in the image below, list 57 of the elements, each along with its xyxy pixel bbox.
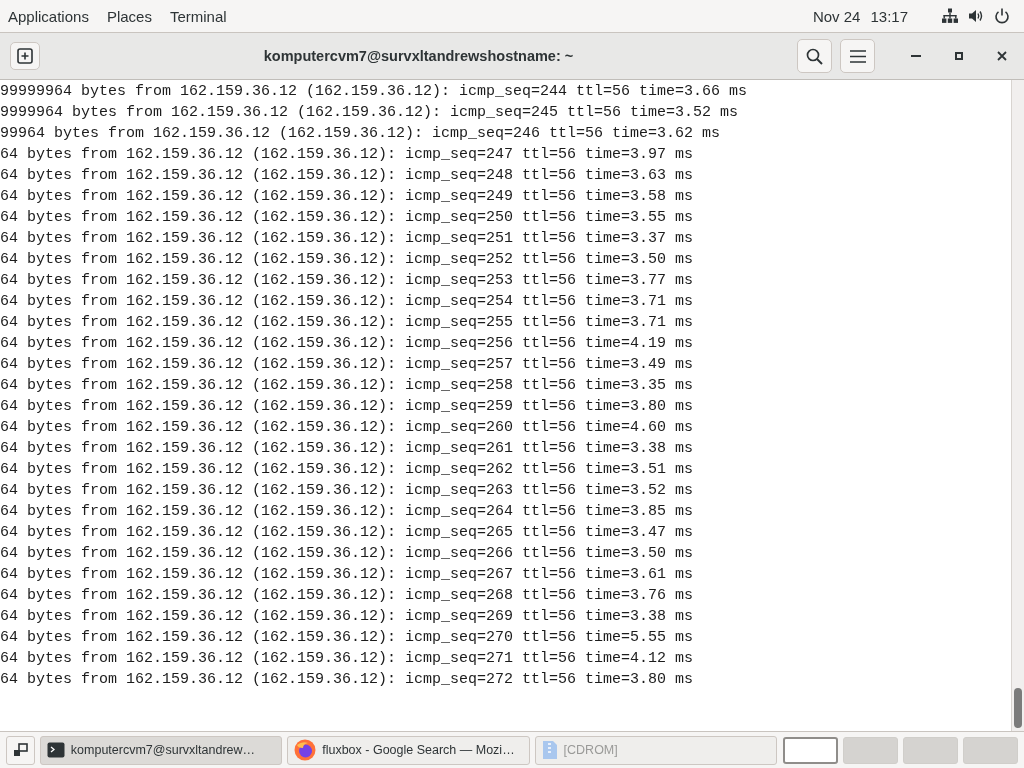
new-tab-button[interactable] (10, 42, 40, 70)
show-desktop-button[interactable] (6, 735, 35, 765)
clock-time[interactable]: 13:17 (870, 7, 908, 25)
scrollbar-thumb[interactable] (1014, 688, 1022, 728)
terminal-line: 64 bytes from 162.159.36.12 (162.159.36.12): icmp_seq=257 ttl=56 time=3.49 ms (0, 355, 694, 375)
terminal-line: 64 bytes from 162.159.36.12 (162.159.36.12): icmp_seq=247 ttl=56 time=3.97 ms (0, 145, 694, 165)
terminal-line: 64 bytes from 162.159.36.12 (162.159.36.12): icmp_seq=252 ttl=56 time=3.50 ms (0, 250, 694, 270)
close-icon (997, 51, 1007, 61)
terminal-line: 64 bytes from 162.159.36.12 (162.159.36.12): icmp_seq=261 ttl=56 time=3.38 ms (0, 439, 694, 459)
terminal-line: 9999964 bytes from 162.159.36.12 (162.159.36.12): icmp_seq=245 ttl=56 time=3.52 ms (0, 103, 739, 123)
terminal-line: 64 bytes from 162.159.36.12 (162.159.36.12): icmp_seq=254 ttl=56 time=3.71 ms (0, 292, 694, 312)
minimize-icon (911, 55, 921, 57)
workspace-button[interactable] (783, 736, 838, 764)
menu-item[interactable]: Terminal (169, 7, 227, 25)
terminal-line: 64 bytes from 162.159.36.12 (162.159.36.12): icmp_seq=272 ttl=56 time=3.80 ms (0, 670, 694, 690)
terminal-line: 64 bytes from 162.159.36.12 (162.159.36.12): icmp_seq=260 ttl=56 time=4.60 ms (0, 418, 694, 438)
document-icon (541, 740, 558, 760)
maximize-icon (955, 52, 963, 60)
search-icon (806, 47, 823, 65)
terminal-line: 64 bytes from 162.159.36.12 (162.159.36.12): icmp_seq=271 ttl=56 time=4.12 ms (0, 649, 694, 669)
terminal-line: 64 bytes from 162.159.36.12 (162.159.36.12): icmp_seq=256 ttl=56 time=4.19 ms (0, 334, 694, 354)
terminal-line: 64 bytes from 162.159.36.12 (162.159.36.12): icmp_seq=262 ttl=56 time=3.51 ms (0, 460, 694, 480)
terminal-line: 64 bytes from 162.159.36.12 (162.159.36.12): icmp_seq=269 ttl=56 time=3.38 ms (0, 607, 694, 627)
network-icon[interactable] (942, 8, 958, 24)
task-button[interactable]: komputercvm7@survxltandrew… (39, 735, 283, 765)
terminal-line: 64 bytes from 162.159.36.12 (162.159.36.12): icmp_seq=267 ttl=56 time=3.61 ms (0, 565, 694, 585)
clock-date[interactable]: Nov 24 (812, 7, 861, 25)
menu-item[interactable]: Places (106, 7, 152, 25)
terminal-line: 64 bytes from 162.159.36.12 (162.159.36.12): icmp_seq=265 ttl=56 time=3.47 ms (0, 523, 694, 543)
scrollbar-track[interactable] (1011, 80, 1024, 731)
terminal-line: 64 bytes from 162.159.36.12 (162.159.36.12): icmp_seq=268 ttl=56 time=3.76 ms (0, 586, 694, 606)
terminal-line: 64 bytes from 162.159.36.12 (162.159.36.12): icmp_seq=253 ttl=56 time=3.77 ms (0, 271, 694, 291)
terminal-icon (46, 741, 65, 759)
browser-icon (294, 739, 317, 761)
power-icon[interactable] (994, 8, 1010, 24)
terminal-line: 64 bytes from 162.159.36.12 (162.159.36.12): icmp_seq=263 ttl=56 time=3.52 ms (0, 481, 694, 501)
search-button[interactable] (797, 39, 832, 73)
terminal-line: 64 bytes from 162.159.36.12 (162.159.36.12): icmp_seq=249 ttl=56 time=3.58 ms (0, 187, 694, 207)
terminal-line: 64 bytes from 162.159.36.12 (162.159.36.12): icmp_seq=259 ttl=56 time=3.80 ms (0, 397, 694, 417)
menu-icon (849, 49, 866, 63)
menu-button[interactable] (840, 39, 875, 73)
terminal-line: 64 bytes from 162.159.36.12 (162.159.36.12): icmp_seq=258 ttl=56 time=3.35 ms (0, 376, 694, 396)
terminal-line: 64 bytes from 162.159.36.12 (162.159.36.12): icmp_seq=251 ttl=56 time=3.37 ms (0, 229, 694, 249)
plus-box-icon (17, 48, 33, 64)
terminal-line: 64 bytes from 162.159.36.12 (162.159.36.12): icmp_seq=266 ttl=56 time=3.50 ms (0, 544, 694, 564)
terminal-line: 64 bytes from 162.159.36.12 (162.159.36.12): icmp_seq=248 ttl=56 time=3.63 ms (0, 166, 694, 186)
terminal-line: 99999964 bytes from 162.159.36.12 (162.159.36.12): icmp_seq=244 ttl=56 time=3.66 ms (0, 82, 748, 102)
task-button[interactable]: fluxbox - Google Search — Mozi… (287, 735, 530, 765)
terminal-line: 99964 bytes from 162.159.36.12 (162.159.36.12): icmp_seq=246 ttl=56 time=3.62 ms (0, 124, 721, 144)
terminal-line: 64 bytes from 162.159.36.12 (162.159.36.12): icmp_seq=250 ttl=56 time=3.55 ms (0, 208, 694, 228)
terminal-line: 64 bytes from 162.159.36.12 (162.159.36.12): icmp_seq=255 ttl=56 time=3.71 ms (0, 313, 694, 333)
terminal-line: 64 bytes from 162.159.36.12 (162.159.36.12): icmp_seq=264 ttl=56 time=3.85 ms (0, 502, 694, 522)
volume-icon[interactable] (968, 8, 984, 24)
window-title: komputercvm7@survxltandrewshostname: ~ (262, 48, 575, 64)
windows-icon (12, 742, 28, 758)
menu-item[interactable]: Applications (8, 7, 89, 25)
terminal-line: 64 bytes from 162.159.36.12 (162.159.36.12): icmp_seq=270 ttl=56 time=5.55 ms (0, 628, 694, 648)
